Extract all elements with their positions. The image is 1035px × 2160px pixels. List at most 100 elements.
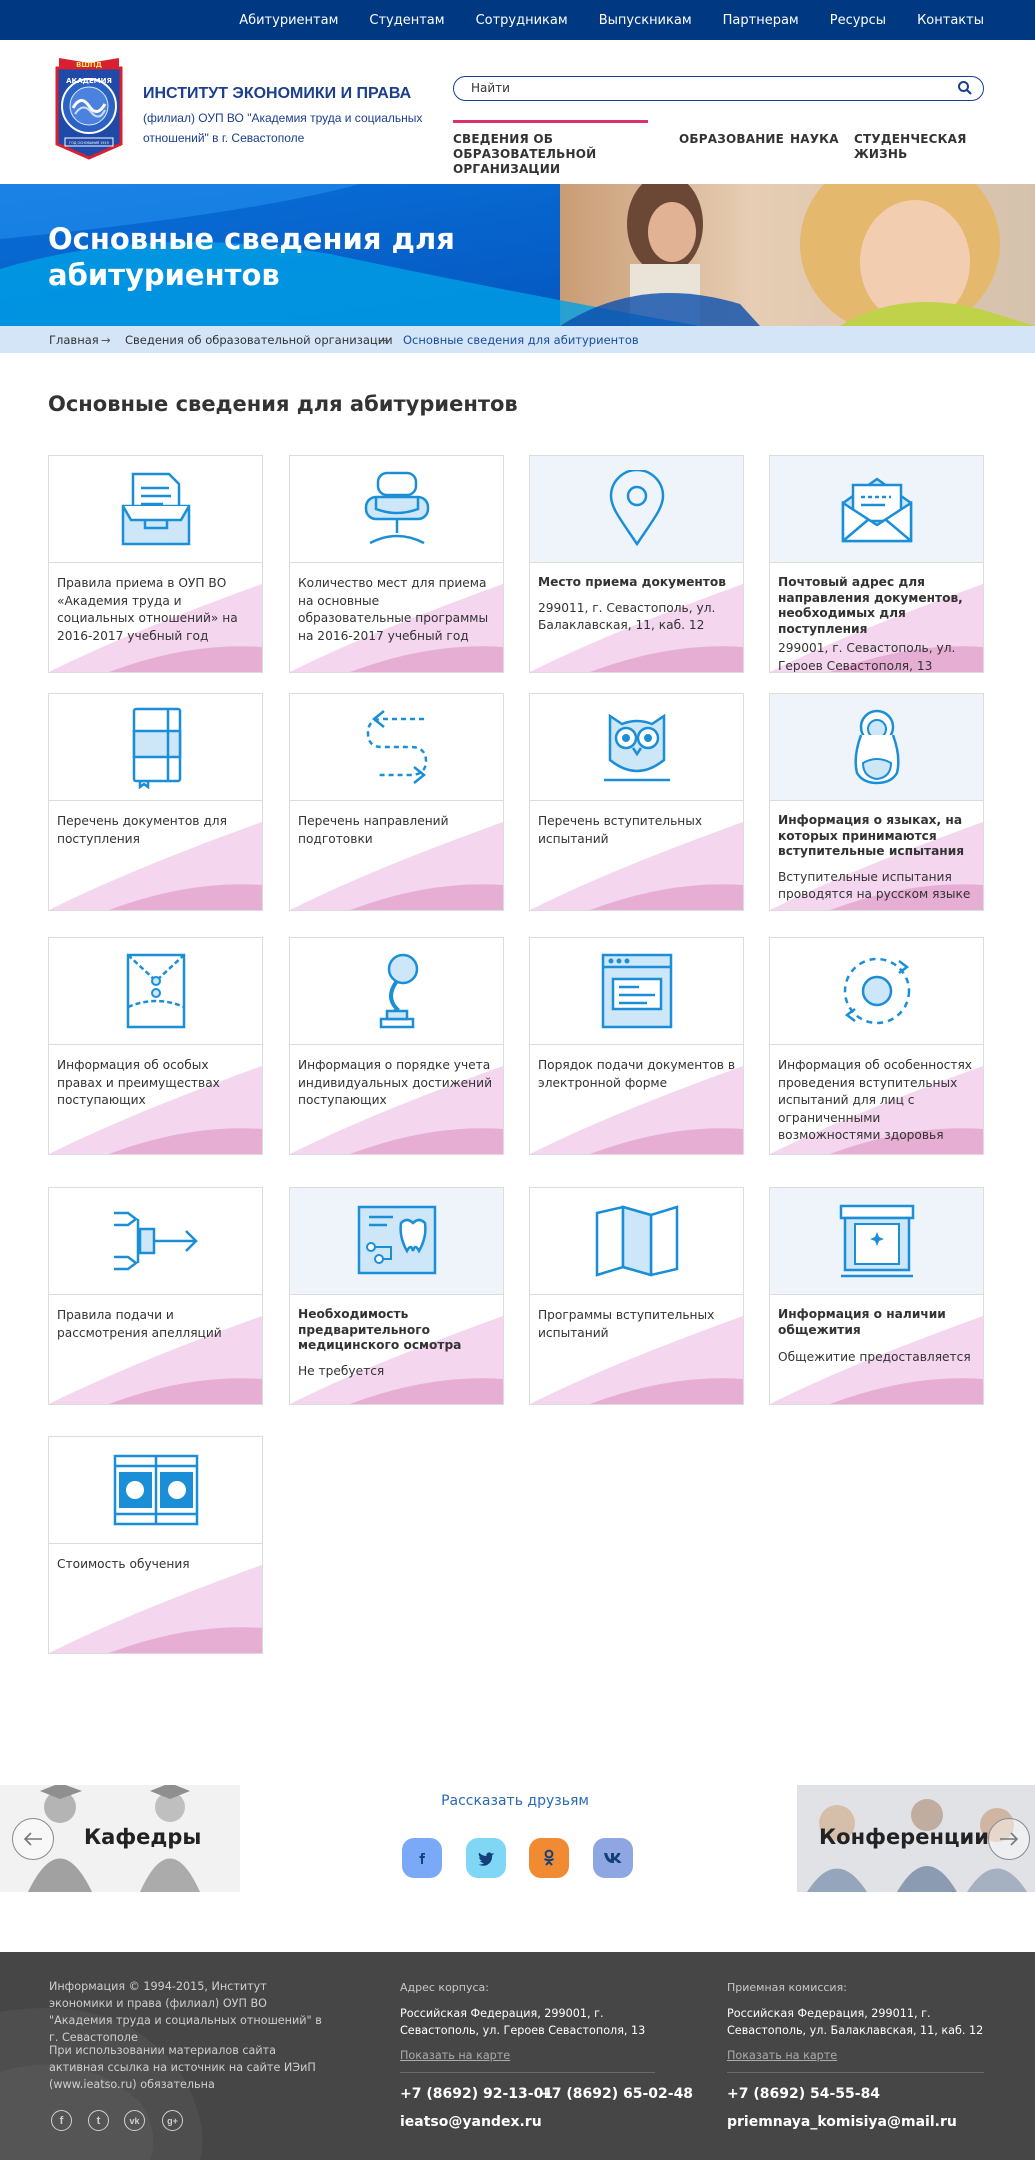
top-nav: Абитуриентам Студентам Сотрудникам Выпус… [239,0,1035,40]
odnoklassniki-icon[interactable] [529,1838,569,1878]
carousel-prev-button[interactable] [12,1818,54,1860]
carousel-next-button[interactable] [988,1818,1030,1860]
breadcrumb-arrow-icon: → [379,333,389,347]
promo-conferences-label: Конференции [819,1825,989,1849]
card-documents-list[interactable]: Перечень документов для поступления [48,693,263,911]
card-languages[interactable]: Информация о языках, на которых принимаю… [769,693,984,911]
card-medical-exam[interactable]: Необходимость предварительного медицинск… [289,1187,504,1405]
svg-text:ГОД ОСНОВАНИЯ 1919: ГОД ОСНОВАНИЯ 1919 [69,141,108,145]
main-nav-student-life[interactable]: СТУДЕНЧЕСКАЯ ЖИЗНЬ [854,132,984,162]
share-label: Рассказать друзьям [441,1793,589,1809]
breadcrumb-about[interactable]: Сведения об образовательной организации [125,333,393,347]
footer-phone-2[interactable]: +7 (8692) 65-02-48 [540,2086,693,2102]
card-dormitory[interactable]: Информация о наличии общежития Общежитие … [769,1187,984,1405]
top-nav-applicants[interactable]: Абитуриентам [239,13,338,28]
card-text: Информация об особенностях проведения вс… [778,1058,972,1142]
archive-box-icon [121,472,190,546]
card-text: Программы вступительных испытаний [538,1308,715,1340]
location-pin-icon [609,470,664,547]
footer-google-plus-icon[interactable]: g+ [162,2110,183,2131]
twitter-icon[interactable] [466,1838,506,1878]
search-icon[interactable] [957,80,973,96]
main-nav: СВЕДЕНИЯ ОБ ОБРАЗОВАТЕЛЬНОЙ ОРГАНИЗАЦИИ … [453,120,984,176]
card-postal-address[interactable]: Почтовый адрес для направления документо… [769,455,984,673]
route-arrows-icon [366,710,427,784]
card-text: Перечень документов для поступления [57,814,227,846]
cycle-arrows-icon [843,957,910,1025]
card-text: Количество мест для приема на основные о… [298,576,489,643]
footer-address: Российская Федерация, 299001, г. Севасто… [400,2007,646,2037]
banknotes-icon [113,1454,198,1526]
footer-phone-1[interactable]: +7 (8692) 92-13-01 [400,2086,553,2102]
search-bar [453,76,984,101]
card-title: Информация о наличии общежития [778,1307,946,1337]
top-nav-partners[interactable]: Партнерам [723,13,799,28]
card-title: Место приема документов [538,575,726,589]
card-text: Стоимость обучения [57,1557,190,1571]
footer-email[interactable]: ieatso@yandex.ru [400,2114,542,2130]
footer-address-heading: Адрес корпуса: [400,1981,489,1994]
footer-admission-map-link[interactable]: Показать на карте [727,2049,837,2062]
card-text: Информация о порядке учета индивидуальны… [298,1058,492,1107]
arrow-left-icon [23,1832,42,1846]
page-title: Основные сведения для абитуриентов [48,392,518,416]
breadcrumb-home[interactable]: Главная [49,333,99,347]
card-appeals[interactable]: Правила подачи и рассмотрения апелляций [48,1187,263,1405]
vk-icon[interactable] [593,1838,633,1878]
footer-twitter-icon[interactable]: t [88,2110,109,2131]
card-document-place[interactable]: Место приема документов 299011, г. Севаст… [529,455,744,673]
envelope-icon [841,477,912,543]
card-seats[interactable]: Количество мест для приема на основные о… [289,455,504,673]
card-title: Необходимость предварительного медицинск… [298,1307,462,1352]
card-title: Информация о языках, на которых принимаю… [778,813,965,858]
footer-vk-icon[interactable]: vk [124,2110,145,2131]
card-tuition-cost[interactable]: Стоимость обучения [48,1436,263,1654]
footer-admission-email[interactable]: priemnaya_komisiya@mail.ru [727,2114,957,2130]
armchair-icon [364,471,429,545]
facebook-icon[interactable] [402,1838,442,1878]
notebook-icon [132,707,181,789]
active-nav-indicator [453,120,648,123]
search-input[interactable] [471,80,941,96]
card-text: Перечень направлений подготовки [298,814,449,846]
card-disabilities[interactable]: Информация об особенностях проведения вс… [769,937,984,1155]
matryoshka-icon [853,709,900,785]
card-subtext: Вступительные испытания проводятся на ру… [778,869,971,902]
top-nav-staff[interactable]: Сотрудникам [476,13,568,28]
card-programs-list[interactable]: Перечень направлений подготовки [289,693,504,911]
xray-tooth-icon [357,1205,436,1275]
institute-title: ИНСТИТУТ ЭКОНОМИКИ И ПРАВА [143,85,412,102]
top-nav-resources[interactable]: Ресурсы [830,13,886,28]
card-special-rights[interactable]: Информация об особых правах и преимущест… [48,937,263,1155]
card-achievements[interactable]: Информация о порядке учета индивидуальны… [289,937,504,1155]
card-admission-rules[interactable]: Правила приема в ОУП ВО «Академия труда … [48,455,263,673]
card-test-programs[interactable]: Программы вступительных испытаний [529,1187,744,1405]
svg-text:ВШПД: ВШПД [76,61,102,69]
top-nav-students[interactable]: Студентам [369,13,444,28]
top-nav-graduates[interactable]: Выпускникам [599,13,692,28]
academy-logo[interactable]: ВШПД АКАДЕМИЯ ГОД ОСНОВАНИЯ 1919 [49,58,129,160]
breadcrumb: Главная → Сведения об образовательной ор… [0,326,1035,353]
appeal-arrows-icon [113,1211,198,1271]
footer-admission-phone[interactable]: +7 (8692) 54-55-84 [727,2086,880,2102]
svg-text:АКАДЕМИЯ: АКАДЕМИЯ [66,77,112,85]
promo-departments-label: Кафедры [84,1825,202,1849]
card-subtext: Общежитие предоставляется [778,1350,971,1364]
card-entrance-tests[interactable]: Перечень вступительных испытаний [529,693,744,911]
sealed-envelope-icon [126,953,185,1029]
main-nav-education[interactable]: ОБРАЗОВАНИЕ [679,132,784,147]
footer-admission-address: Российская Федерация, 299011, г. Севасто… [727,2007,984,2037]
window-icon [839,1204,914,1278]
card-online-submission[interactable]: Порядок подачи документов в электронной … [529,937,744,1155]
footer-show-map-link[interactable]: Показать на карте [400,2049,510,2062]
hero-banner: Основные сведения для абитуриентов [0,184,1035,326]
main-nav-about[interactable]: СВЕДЕНИЯ ОБ ОБРАЗОВАТЕЛЬНОЙ ОРГАНИЗАЦИИ [453,132,653,177]
main-nav-science[interactable]: НАУКА [790,132,839,147]
folded-map-icon [595,1205,678,1277]
card-text: Правила подачи и рассмотрения апелляций [57,1308,222,1340]
card-text: Перечень вступительных испытаний [538,814,703,846]
footer-facebook-icon[interactable]: f [51,2110,72,2131]
top-nav-contacts[interactable]: Контакты [917,13,984,28]
arrow-right-icon [1000,1832,1019,1846]
footer-copyright: Информация © 1994-2015, Институт экономи… [49,1980,322,2044]
